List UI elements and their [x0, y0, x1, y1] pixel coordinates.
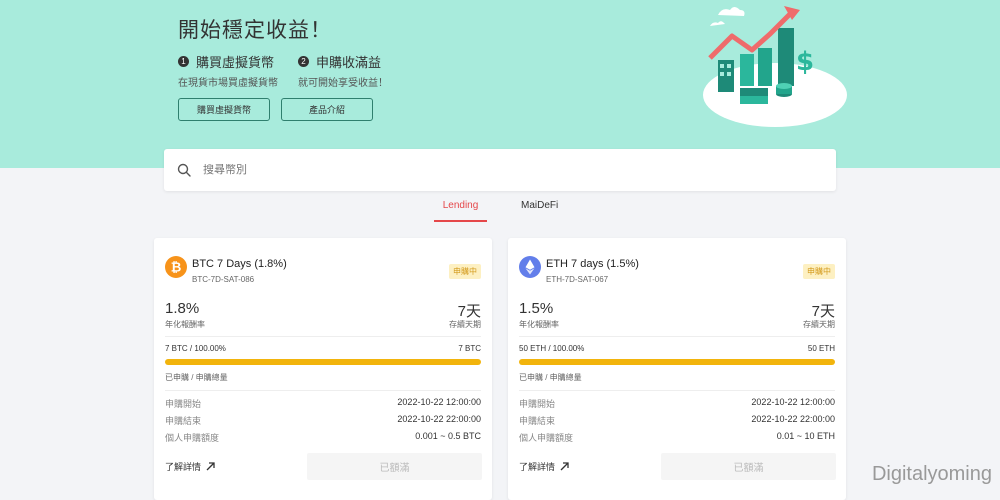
search-bar[interactable] — [164, 149, 836, 191]
product-code: BTC-7D-SAT-086 — [192, 275, 255, 284]
step-two: 2 申購收滿益 就可開始享受收益！ — [298, 52, 388, 89]
info-row: 申購開始 2022-10-22 12:00:00 — [165, 397, 481, 410]
info-key: 申購結束 — [519, 416, 556, 426]
ethereum-icon — [519, 256, 541, 278]
learn-more-label: 了解詳情 — [165, 462, 202, 472]
step-one: 1 購買虛擬貨幣 在現貨市場買虛擬貨幣 — [178, 52, 278, 89]
svg-text:$: $ — [796, 47, 814, 77]
fully-subscribed-button[interactable]: 已額滿 — [661, 453, 836, 480]
product-code: ETH-7D-SAT-067 — [546, 275, 609, 284]
info-key: 申購開始 — [165, 399, 202, 409]
progress-fill — [519, 359, 835, 365]
status-badge: 申購中 — [803, 264, 835, 279]
product-name: BTC 7 Days (1.8%) — [192, 258, 287, 270]
subscription-progress-bar — [165, 359, 481, 365]
progress-label: 已申購 / 申購總量 — [519, 373, 582, 382]
annual-rate-label: 年化報酬率 — [519, 320, 559, 329]
fully-subscribed-button[interactable]: 已額滿 — [307, 453, 482, 480]
hero-banner: 開始穩定收益！ 1 購買虛擬貨幣 在現貨市場買虛擬貨幣 2 申購收滿益 就可開始… — [0, 0, 1000, 168]
bitcoin-icon: ₿ — [165, 256, 187, 278]
info-row: 申購結束 2022-10-22 22:00:00 — [165, 414, 481, 427]
search-input[interactable] — [203, 164, 803, 176]
info-row: 個人申購額度 0.001 ~ 0.5 BTC — [165, 431, 481, 444]
step-title: 申購收滿益 — [316, 54, 382, 70]
product-name: ETH 7 days (1.5%) — [546, 258, 639, 270]
subscribed-amount: 50 ETH / 100.00% — [519, 344, 585, 353]
info-key: 申購結束 — [165, 416, 202, 426]
total-amount: 7 BTC — [458, 344, 481, 353]
product-card-eth: ETH 7 days (1.5%) ETH-7D-SAT-067 申購中 1.5… — [508, 238, 846, 500]
step-number-badge: 2 — [298, 55, 309, 67]
step-number-badge: 1 — [178, 55, 189, 67]
duration-label: 存續天期 — [449, 320, 481, 329]
product-intro-button[interactable]: 產品介紹 — [281, 98, 373, 121]
learn-more-link[interactable]: 了解詳情 — [165, 460, 215, 473]
subscription-progress-bar — [519, 359, 835, 365]
info-row: 申購開始 2022-10-22 12:00:00 — [519, 397, 835, 410]
arrow-up-right-icon — [206, 462, 215, 471]
info-value: 2022-10-22 22:00:00 — [397, 414, 481, 424]
info-value: 2022-10-22 22:00:00 — [751, 414, 835, 424]
annual-rate-value: 1.8% — [165, 300, 200, 317]
total-amount: 50 ETH — [807, 344, 835, 353]
annual-rate-value: 1.5% — [519, 300, 554, 317]
info-value: 0.01 ~ 10 ETH — [776, 431, 835, 441]
duration-value: 7天 — [457, 303, 481, 320]
learn-more-link[interactable]: 了解詳情 — [519, 460, 569, 473]
divider — [165, 390, 481, 391]
progress-label: 已申購 / 申購總量 — [165, 373, 228, 382]
tab-maidefi[interactable]: MaiDeFi — [521, 200, 558, 222]
info-value: 2022-10-22 12:00:00 — [397, 397, 481, 407]
svg-text:₿: ₿ — [171, 261, 182, 276]
status-badge: 申購中 — [449, 264, 481, 279]
step-description: 在現貨市場買虛擬貨幣 — [178, 78, 278, 89]
arrow-up-right-icon — [560, 462, 569, 471]
duration-label: 存續天期 — [803, 320, 835, 329]
divider — [519, 336, 835, 337]
divider — [519, 390, 835, 391]
progress-fill — [165, 359, 481, 365]
search-icon — [177, 163, 191, 177]
watermark: Digitalyoming — [871, 463, 992, 485]
buy-crypto-button[interactable]: 購買虛擬貨幣 — [178, 98, 270, 121]
divider — [165, 336, 481, 337]
learn-more-label: 了解詳情 — [519, 462, 556, 472]
step-title: 購買虛擬貨幣 — [196, 54, 275, 70]
info-key: 申購開始 — [519, 399, 556, 409]
info-key: 個人申購額度 — [165, 433, 220, 443]
info-key: 個人申購額度 — [519, 433, 574, 443]
tab-lending[interactable]: Lending — [434, 200, 487, 222]
product-card-btc: ₿ BTC 7 Days (1.8%) BTC-7D-SAT-086 申購中 1… — [154, 238, 492, 500]
info-row: 個人申購額度 0.01 ~ 10 ETH — [519, 431, 835, 444]
hero-title: 開始穩定收益！ — [178, 19, 332, 42]
growth-chart-illustration: $ — [703, 6, 847, 127]
info-row: 申購結束 2022-10-22 22:00:00 — [519, 414, 835, 427]
annual-rate-label: 年化報酬率 — [165, 320, 205, 329]
duration-value: 7天 — [811, 303, 835, 320]
info-value: 0.001 ~ 0.5 BTC — [415, 431, 481, 441]
info-value: 2022-10-22 12:00:00 — [751, 397, 835, 407]
subscribed-amount: 7 BTC / 100.00% — [165, 344, 226, 353]
step-description: 就可開始享受收益！ — [298, 78, 388, 89]
